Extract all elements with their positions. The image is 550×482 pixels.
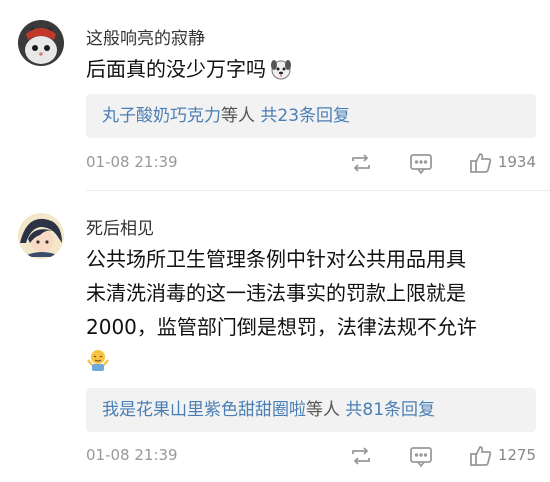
avatar[interactable] (18, 213, 64, 259)
like-count: 1275 (497, 446, 536, 464)
reply-user-link[interactable]: 丸子酸奶巧克力 (102, 106, 221, 126)
reply-count-link[interactable]: 共23条回复 (260, 106, 350, 126)
avatar[interactable] (18, 20, 64, 66)
reply-summary[interactable]: 我是花果山里紫色甜甜圈啦等人 共81条回复 (86, 388, 536, 432)
comment-meta: 01-08 21:39 1275 (86, 441, 536, 471)
repost-icon[interactable] (348, 150, 374, 176)
comment-meta: 01-08 21:39 1934 (86, 148, 536, 178)
reply-summary[interactable]: 丸子酸奶巧克力等人 共23条回复 (86, 94, 536, 138)
anime-avatar-icon (18, 213, 64, 259)
comment-text-line: 未清洗消毒的这一违法事实的罚款上限就是 (86, 281, 466, 305)
like-icon[interactable] (468, 443, 494, 469)
cat-avatar-icon (18, 20, 64, 66)
username[interactable]: 这般响亮的寂静 (86, 24, 205, 49)
comment-text: 后面真的没少万字吗 (86, 52, 536, 90)
comment-text-line: 公共场所卫生管理条例中针对公共用品用具 (86, 247, 466, 271)
comment-item: 这般响亮的寂静 后面真的没少万字吗 丸子酸奶巧克力等人 共23条回复 01-08… (0, 0, 550, 190)
like-icon[interactable] (468, 150, 494, 176)
reply-user-link[interactable]: 我是花果山里紫色甜甜圈啦 (102, 400, 306, 420)
shrug-emoji-icon (86, 348, 110, 382)
comment-text: 公共场所卫生管理条例中针对公共用品用具 未清洗消毒的这一违法事实的罚款上限就是 … (86, 242, 536, 378)
like-count: 1934 (497, 153, 536, 171)
reply-count-link[interactable]: 共81条回复 (345, 400, 435, 420)
dog-face-icon (270, 56, 292, 90)
comment-item: 死后相见 公共场所卫生管理条例中针对公共用品用具 未清洗消毒的这一违法事实的罚款… (0, 190, 550, 482)
comment-text-line: 2000，监管部门倒是想罚，法律法规不允许 (86, 315, 477, 339)
comment-icon[interactable] (408, 150, 434, 176)
reply-suffix: 等人 (221, 106, 255, 126)
timestamp: 01-08 21:39 (86, 446, 178, 464)
username[interactable]: 死后相见 (86, 214, 154, 239)
reply-suffix: 等人 (306, 400, 340, 420)
timestamp: 01-08 21:39 (86, 153, 178, 171)
comment-icon[interactable] (408, 443, 434, 469)
repost-icon[interactable] (348, 443, 374, 469)
comment-text-line: 后面真的没少万字吗 (86, 57, 266, 81)
